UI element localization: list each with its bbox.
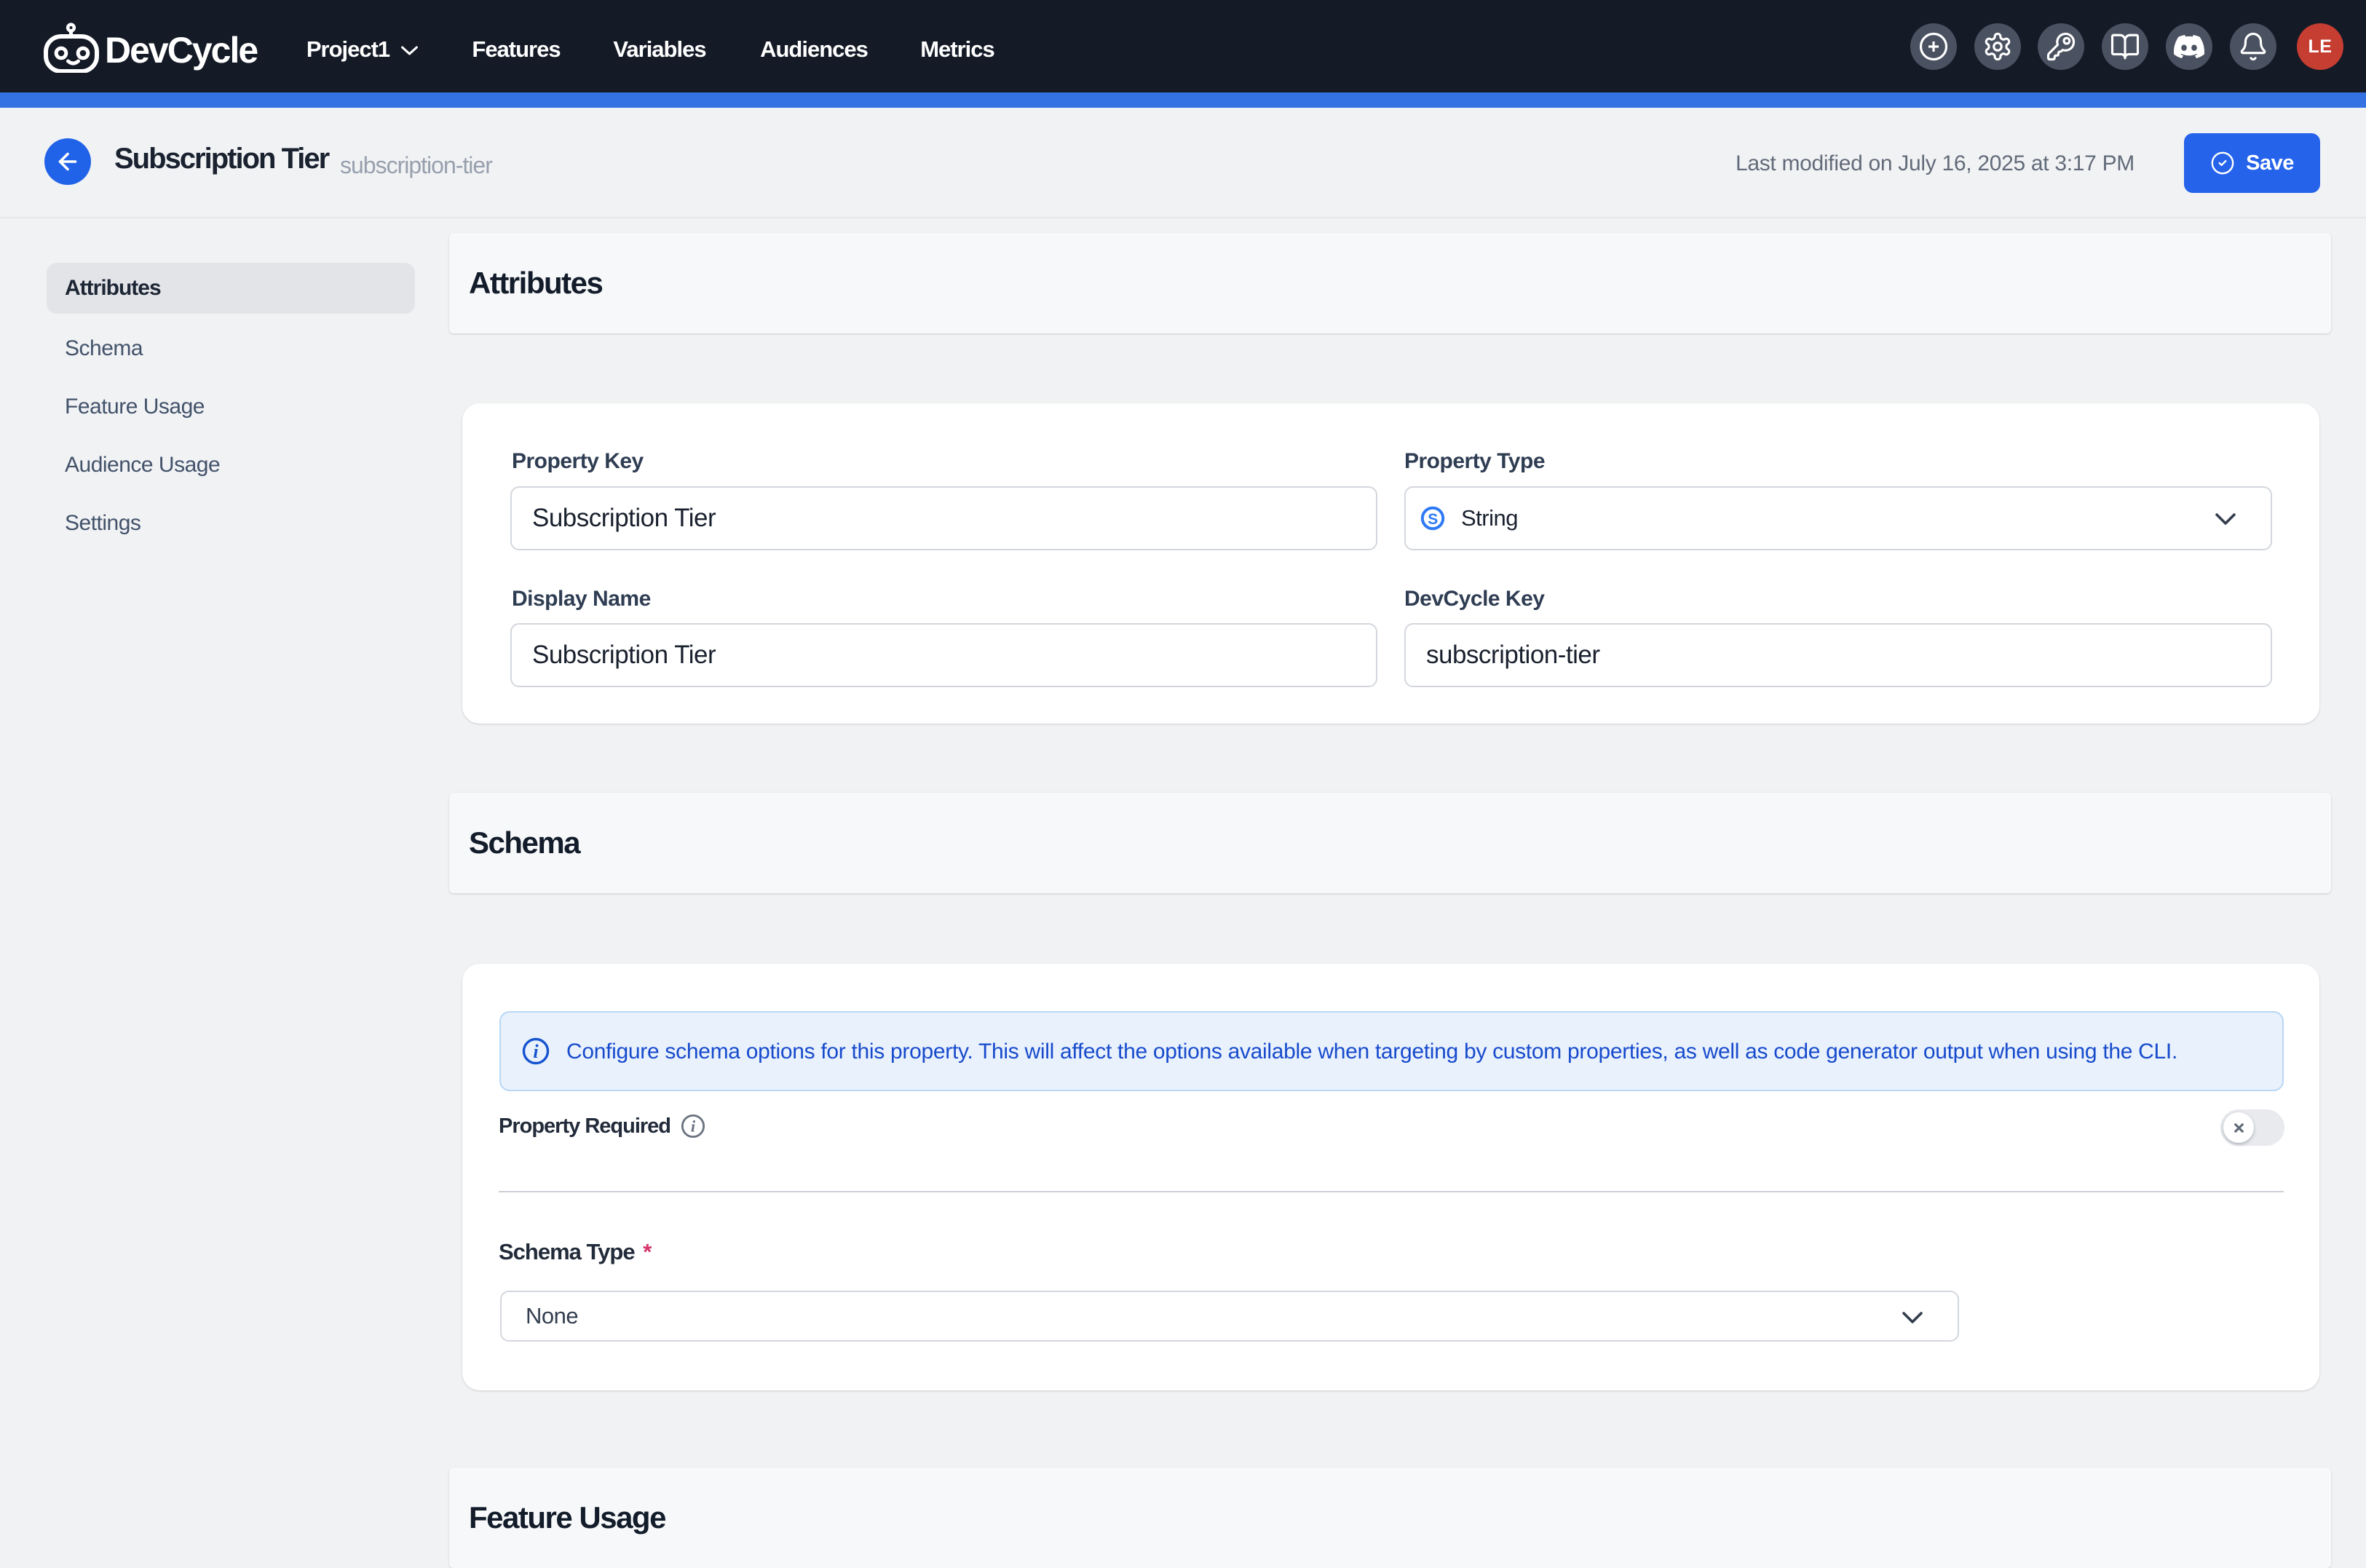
svg-text:i: i: [533, 1041, 539, 1062]
svg-text:S: S: [1428, 511, 1438, 528]
svg-text:i: i: [691, 1117, 696, 1136]
